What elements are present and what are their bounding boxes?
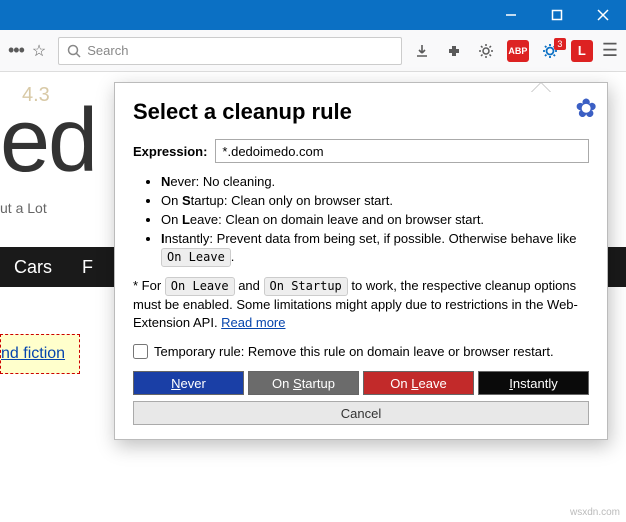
read-more-link[interactable]: Read more: [221, 315, 285, 330]
on-startup-button[interactable]: On Startup: [248, 371, 359, 395]
bookmark-star-icon[interactable]: ☆: [32, 41, 46, 61]
rule-instantly-desc: Instantly: Prevent data from being set, …: [161, 230, 589, 268]
instantly-button[interactable]: Instantly: [478, 371, 589, 395]
expression-row: Expression:: [133, 139, 589, 163]
highlighted-link-fragment[interactable]: nd fiction: [0, 334, 80, 374]
search-input[interactable]: Search: [58, 37, 402, 65]
extensions-icon[interactable]: [442, 43, 466, 59]
cleanup-rule-popup: ✿ Select a cleanup rule Expression: Neve…: [114, 82, 608, 440]
forget-me-not-extension-icon[interactable]: 3: [538, 42, 562, 60]
expression-label: Expression:: [133, 144, 207, 159]
lastpass-extension-icon[interactable]: L: [570, 40, 594, 62]
browser-toolbar: ••• ☆ Search ABP 3 L ☰: [0, 30, 626, 72]
expression-input[interactable]: [215, 139, 589, 163]
watermark: wsxdn.com: [570, 507, 620, 518]
abp-extension-icon[interactable]: ABP: [506, 40, 530, 62]
footnote: * For On Leave and On Startup to work, t…: [133, 277, 589, 332]
window-maximize-button[interactable]: [534, 0, 580, 30]
search-icon: [67, 44, 81, 58]
nav-tab-cars[interactable]: Cars: [14, 257, 52, 278]
close-icon: [597, 9, 609, 21]
never-button[interactable]: Never: [133, 371, 244, 395]
search-placeholder: Search: [87, 43, 128, 58]
on-leave-button[interactable]: On Leave: [363, 371, 474, 395]
temporary-rule-label: Temporary rule: Remove this rule on doma…: [154, 344, 554, 359]
extension-badge: 3: [554, 38, 566, 50]
rule-startup-desc: On Startup: Clean only on browser start.: [161, 192, 589, 211]
rule-buttons-row: Never On Startup On Leave Instantly: [133, 371, 589, 395]
main-menu-button[interactable]: ☰: [602, 40, 618, 61]
page-subtitle-fragment: ut a Lot: [0, 200, 47, 216]
page-heading-fragment: ed: [0, 90, 96, 193]
cancel-button[interactable]: Cancel: [133, 401, 589, 425]
maximize-icon: [551, 9, 563, 21]
page-actions-menu[interactable]: •••: [8, 40, 24, 61]
settings-gear-icon[interactable]: [474, 43, 498, 59]
temporary-rule-row: Temporary rule: Remove this rule on doma…: [133, 344, 589, 359]
window-titlebar: [0, 0, 626, 30]
popup-title: Select a cleanup rule: [133, 99, 589, 125]
rule-leave-desc: On Leave: Clean on domain leave and on b…: [161, 211, 589, 230]
window-minimize-button[interactable]: [488, 0, 534, 30]
temporary-rule-checkbox[interactable]: [133, 344, 148, 359]
nav-tab-partial[interactable]: F: [82, 257, 93, 278]
window-close-button[interactable]: [580, 0, 626, 30]
downloads-icon[interactable]: [410, 43, 434, 59]
flower-icon: ✿: [575, 93, 597, 124]
rule-descriptions-list: Never: No cleaning. On Startup: Clean on…: [161, 173, 589, 267]
minimize-icon: [505, 9, 517, 21]
rule-never-desc: Never: No cleaning.: [161, 173, 589, 192]
